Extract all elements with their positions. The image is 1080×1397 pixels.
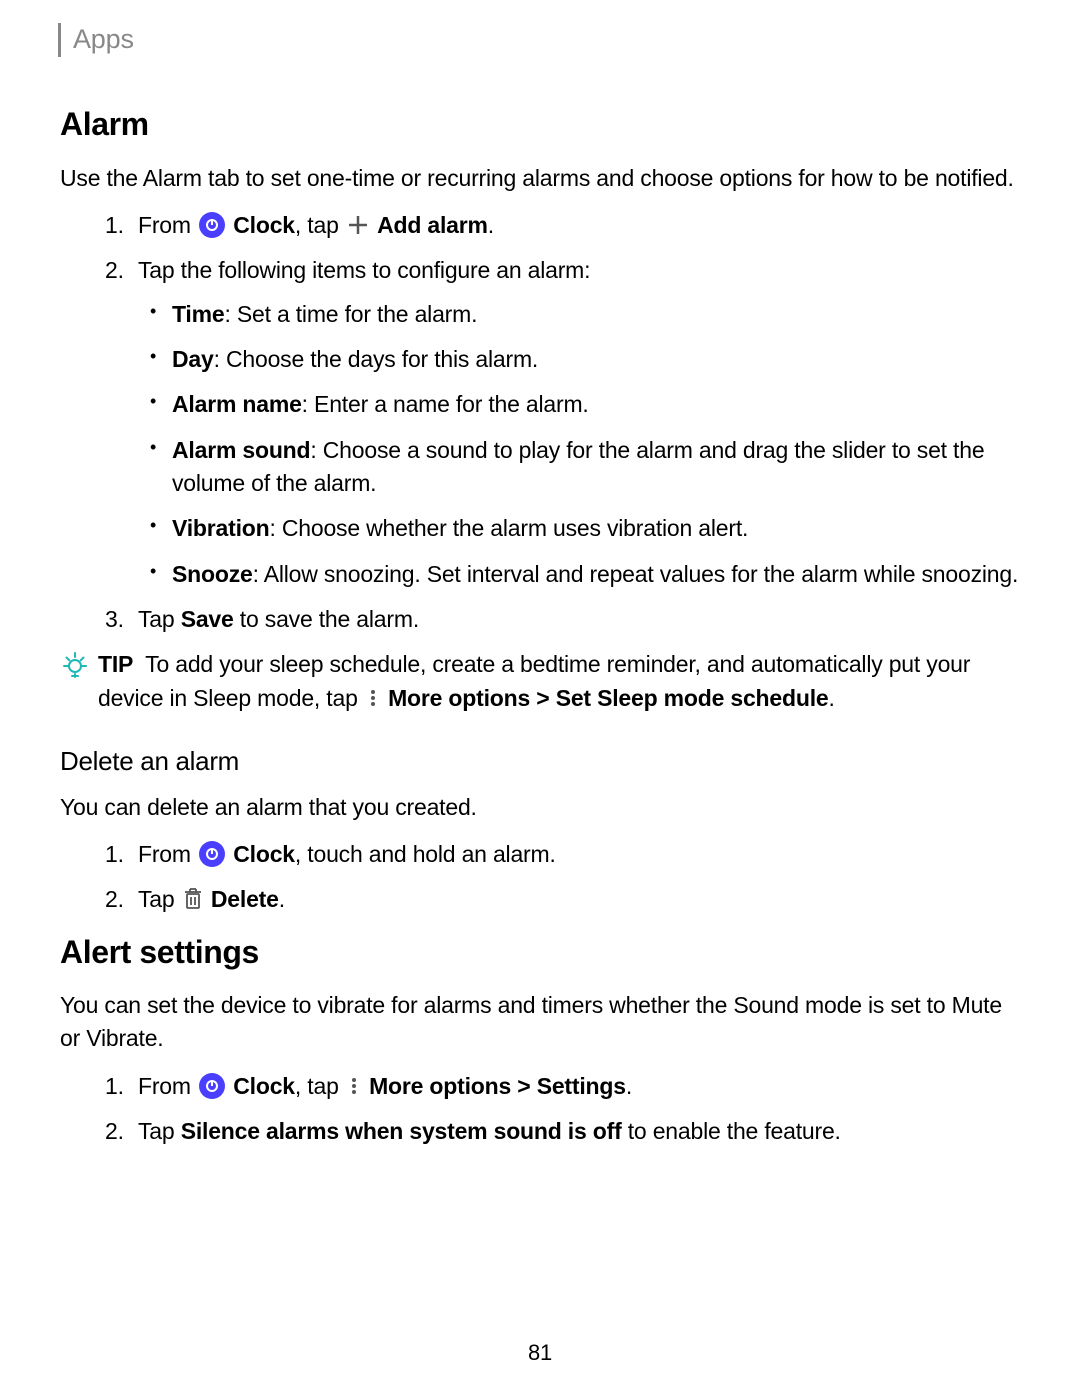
alert-step-2: Tap Silence alarms when system sound is … xyxy=(130,1115,1020,1148)
clock-icon xyxy=(199,212,225,238)
gt: > xyxy=(517,1073,530,1099)
more-options-icon xyxy=(347,1075,361,1097)
breadcrumb-label: Apps xyxy=(73,20,134,59)
label: Alarm name xyxy=(172,391,302,417)
text: . xyxy=(626,1073,632,1099)
text: , tap xyxy=(295,1073,339,1099)
text: . xyxy=(488,212,494,238)
tip-content: TIP To add your sleep schedule, create a… xyxy=(98,648,1020,715)
text: : Choose whether the alarm uses vibratio… xyxy=(269,515,748,541)
item-alarm-sound: Alarm sound: Choose a sound to play for … xyxy=(146,434,1020,501)
alarm-intro: Use the Alarm tab to set one-time or rec… xyxy=(60,162,1020,195)
text: Tap xyxy=(138,886,174,912)
page-header: Apps xyxy=(58,20,1020,59)
tip-label: TIP xyxy=(98,651,133,677)
delete-intro: You can delete an alarm that you created… xyxy=(60,791,1020,824)
text: : Choose the days for this alarm. xyxy=(214,346,539,372)
text: From xyxy=(138,1073,191,1099)
text: : Enter a name for the alarm. xyxy=(302,391,589,417)
more-options-label: More options xyxy=(388,685,530,711)
header-rule xyxy=(58,23,61,57)
clock-label: Clock xyxy=(233,212,295,238)
delete-steps: From Clock, touch and hold an alarm. Tap… xyxy=(60,838,1020,917)
text: to save the alarm. xyxy=(234,606,419,632)
delete-step-2: Tap Delete. xyxy=(130,883,1020,916)
label: Snooze xyxy=(172,561,253,587)
label: Alarm sound xyxy=(172,437,310,463)
item-alarm-name: Alarm name: Enter a name for the alarm. xyxy=(146,388,1020,421)
section-title-alert: Alert settings xyxy=(60,929,1020,975)
clock-icon xyxy=(199,841,225,867)
alarm-config-items: Time: Set a time for the alarm. Day: Cho… xyxy=(138,298,1020,591)
text: Tap xyxy=(138,606,181,632)
item-day: Day: Choose the days for this alarm. xyxy=(146,343,1020,376)
tip-box: TIP To add your sleep schedule, create a… xyxy=(60,648,1020,715)
add-alarm-label: Add alarm xyxy=(377,212,488,238)
section-title-delete: Delete an alarm xyxy=(60,743,1020,781)
alarm-steps: From Clock, tap Add alarm. Tap the follo… xyxy=(60,209,1020,636)
text: From xyxy=(138,841,191,867)
alert-step-1: From Clock, tap More options > Settings. xyxy=(130,1070,1020,1103)
delete-step-1: From Clock, touch and hold an alarm. xyxy=(130,838,1020,871)
set-sleep-label: Set Sleep mode schedule xyxy=(556,685,829,711)
alert-steps: From Clock, tap More options > Settings.… xyxy=(60,1070,1020,1149)
section-title-alarm: Alarm xyxy=(60,101,1020,147)
alarm-step-1: From Clock, tap Add alarm. xyxy=(130,209,1020,242)
text: From xyxy=(138,212,191,238)
item-snooze: Snooze: Allow snoozing. Set interval and… xyxy=(146,558,1020,591)
text: : Allow snoozing. Set interval and repea… xyxy=(253,561,1019,587)
item-time: Time: Set a time for the alarm. xyxy=(146,298,1020,331)
gt: > xyxy=(536,685,549,711)
text: Tap xyxy=(138,1118,181,1144)
alert-intro: You can set the device to vibrate for al… xyxy=(60,989,1020,1056)
text: . xyxy=(279,886,285,912)
trash-icon xyxy=(183,887,203,911)
clock-label: Clock xyxy=(233,1073,295,1099)
alarm-step-3: Tap Save to save the alarm. xyxy=(130,603,1020,636)
plus-icon xyxy=(347,214,369,236)
text: . xyxy=(828,685,834,711)
more-options-icon xyxy=(366,687,380,709)
alarm-step-2: Tap the following items to configure an … xyxy=(130,254,1020,591)
text: to enable the feature. xyxy=(622,1118,841,1144)
clock-label: Clock xyxy=(233,841,295,867)
delete-label: Delete xyxy=(211,886,279,912)
save-label: Save xyxy=(181,606,234,632)
text: , tap xyxy=(295,212,339,238)
tip-lightbulb-icon xyxy=(60,650,90,689)
more-options-label: More options xyxy=(369,1073,511,1099)
text: Tap the following items to configure an … xyxy=(138,257,590,283)
label: Vibration xyxy=(172,515,269,541)
silence-label: Silence alarms when system sound is off xyxy=(181,1118,622,1144)
text: To add your sleep schedule, create a bed… xyxy=(98,651,970,710)
text: : Set a time for the alarm. xyxy=(224,301,477,327)
text: , touch and hold an alarm. xyxy=(295,841,556,867)
label: Day xyxy=(172,346,214,372)
page-number: 81 xyxy=(0,1337,1080,1369)
clock-icon xyxy=(199,1073,225,1099)
item-vibration: Vibration: Choose whether the alarm uses… xyxy=(146,512,1020,545)
label: Time xyxy=(172,301,224,327)
settings-label: Settings xyxy=(537,1073,626,1099)
